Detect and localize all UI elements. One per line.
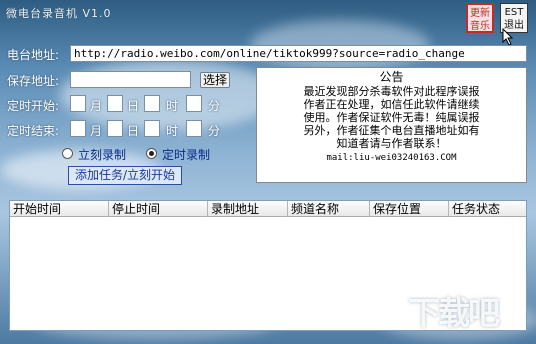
- column-header-record-url[interactable]: 录制地址: [208, 201, 288, 217]
- update-label: 更新: [470, 8, 490, 19]
- notice-box: 公告 最近发现部分杀毒软件对此程序误报 作者正在处理，如信任此软件请继续 使用。…: [256, 67, 527, 183]
- start-month-unit: 月: [90, 99, 103, 113]
- notice-line: 作者正在处理，如信任此软件请继续: [303, 98, 480, 111]
- mouse-cursor-icon: [502, 28, 514, 46]
- start-day-unit: 日: [127, 99, 140, 113]
- end-minute-unit: 分: [208, 124, 221, 138]
- end-month-unit: 月: [90, 124, 103, 138]
- watermark-logo: 下载吧: [408, 295, 500, 331]
- notice-line: 另外，作者征集个电台直播地址如有: [303, 124, 480, 137]
- start-minute-input[interactable]: [186, 95, 202, 112]
- end-hour-unit: 时: [166, 124, 179, 138]
- record-now-label[interactable]: 立刻录制: [78, 146, 126, 163]
- start-day-input[interactable]: [107, 95, 123, 112]
- record-timed-radio[interactable]: [146, 148, 157, 159]
- add-task-button[interactable]: 添加任务/立刻开始: [68, 166, 182, 185]
- column-header-stop-time[interactable]: 停止时间: [109, 201, 208, 217]
- start-hour-unit: 时: [166, 99, 179, 113]
- timed-end-label: 定时结束:: [7, 124, 60, 138]
- end-day-unit: 日: [127, 124, 140, 138]
- notice-mail: mail:liu-wei03240163.COM: [326, 153, 457, 163]
- select-folder-button[interactable]: 选择: [200, 72, 230, 88]
- end-day-input[interactable]: [107, 120, 123, 137]
- exit-label-en: EST: [504, 7, 524, 18]
- record-timed-label[interactable]: 定时录制: [162, 146, 210, 163]
- notice-line: 最近发现部分杀毒软件对此程序误报: [303, 85, 480, 98]
- end-minute-input[interactable]: [186, 120, 202, 137]
- column-header-task-status[interactable]: 任务状态: [449, 201, 526, 217]
- music-label: 音乐: [470, 21, 490, 32]
- column-header-save-location[interactable]: 保存位置: [370, 201, 449, 217]
- notice-title: 公告: [379, 70, 404, 84]
- end-hour-input[interactable]: [144, 120, 160, 137]
- notice-line: 知道者请与作者联系！: [336, 137, 447, 150]
- station-address-label: 电台地址:: [7, 48, 60, 62]
- start-hour-input[interactable]: [144, 95, 160, 112]
- save-address-input[interactable]: [70, 71, 191, 88]
- end-month-input[interactable]: [70, 120, 86, 137]
- save-address-label: 保存地址:: [7, 74, 60, 88]
- table-header: 开始时间 停止时间 录制地址 频道名称 保存位置 任务状态: [10, 201, 526, 217]
- timed-start-label: 定时开始:: [7, 99, 60, 113]
- notice-line: 使用。作者保证软件无毒！纯属误报: [303, 111, 480, 124]
- radio-selected-dot: [149, 151, 154, 156]
- start-minute-unit: 分: [208, 99, 221, 113]
- window-title: 微电台录音机 V1.0: [6, 7, 112, 20]
- update-music-button[interactable]: 更新 音乐: [466, 3, 494, 33]
- start-month-input[interactable]: [70, 95, 86, 112]
- station-address-input[interactable]: http://radio.weibo.com/online/tiktok999?…: [70, 45, 527, 62]
- column-header-start-time[interactable]: 开始时间: [10, 201, 109, 217]
- record-now-radio[interactable]: [62, 148, 73, 159]
- column-header-channel-name[interactable]: 频道名称: [288, 201, 370, 217]
